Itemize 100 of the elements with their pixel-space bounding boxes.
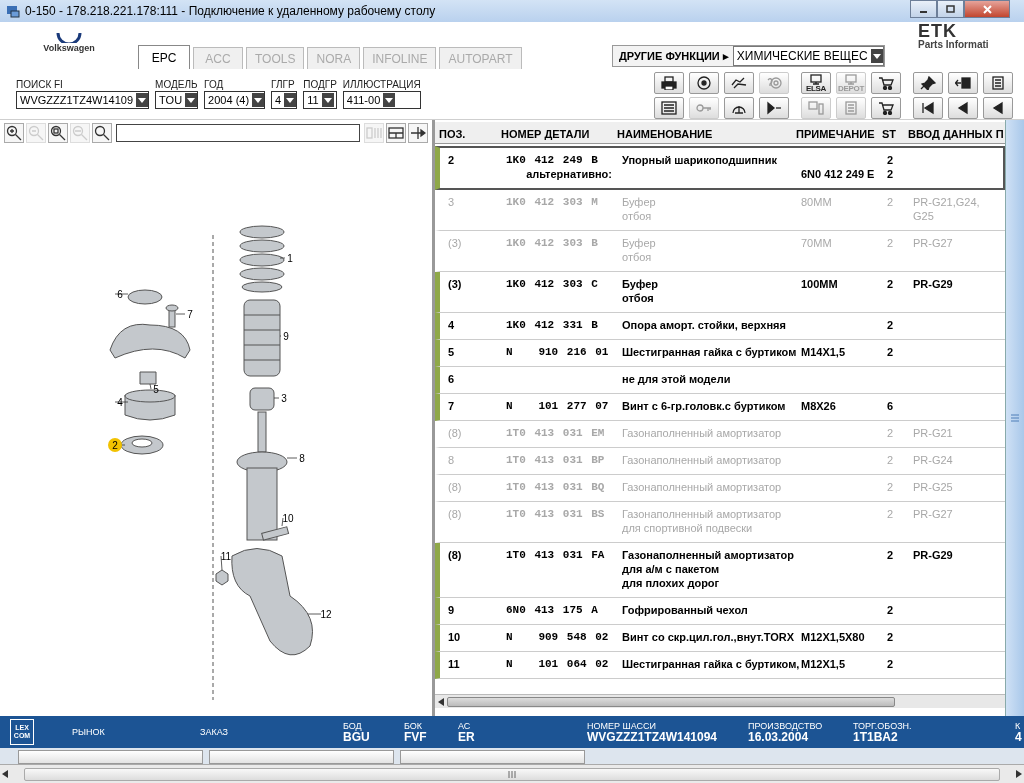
- table-cell-text: 1K0 412 303 C: [505, 277, 599, 292]
- scrollbar-thumb[interactable]: [24, 767, 1000, 781]
- field-label: ГОД: [204, 79, 225, 90]
- field-label: ГЛГР: [271, 79, 296, 90]
- scroll-left-icon[interactable]: [2, 770, 8, 778]
- view-tool-button[interactable]: [408, 123, 428, 143]
- table-cell-text: Газонаполненный амортизатор для а/м с пакетом для плохих дорог: [621, 548, 796, 590]
- dropdown-field[interactable]: WVGZZZ1TZ4W14109: [16, 91, 150, 109]
- table-cell-text: 100MM: [800, 277, 839, 292]
- caret-icon[interactable]: [138, 97, 147, 103]
- dropdown-field[interactable]: 2004 (4): [204, 91, 266, 109]
- horizontal-scrollbar[interactable]: [435, 694, 1005, 708]
- zoom-tool-button[interactable]: [4, 123, 24, 143]
- table-cell-text: 2: [886, 167, 895, 181]
- grip-icon[interactable]: [1011, 413, 1019, 423]
- callout-number[interactable]: 8: [299, 452, 305, 464]
- callout-number[interactable]: 6: [117, 288, 123, 300]
- maximize-icon[interactable]: [945, 4, 956, 14]
- status-label: РЫНОК: [72, 727, 106, 737]
- callout-number[interactable]: 11: [220, 550, 232, 562]
- view-tool-button[interactable]: [386, 123, 406, 143]
- table-cell-text: Гофрированный чехол: [621, 603, 749, 617]
- scrollbar-thumb[interactable]: [447, 696, 895, 707]
- toolbar-button[interactable]: [913, 97, 943, 119]
- zoom-out-icon: [28, 125, 44, 141]
- maximize-button[interactable]: [937, 0, 964, 18]
- table-cell-text: 1T0 413 031 FA: [505, 548, 606, 563]
- minimize-button[interactable]: [910, 0, 937, 18]
- toolbar-button[interactable]: [913, 72, 943, 94]
- callout-number[interactable]: 10: [282, 512, 294, 524]
- tab[interactable]: EPC: [138, 45, 190, 69]
- table-cell-text: 6N0 412 249 E: [800, 167, 876, 181]
- status-label: ЗАКАЗ: [200, 727, 230, 737]
- table-cell-text: (8): [447, 548, 463, 563]
- zoom-in-icon: [6, 125, 22, 141]
- toolbar-button[interactable]: [724, 72, 754, 94]
- column-header[interactable]: ПРИМЕЧАНИЕ: [792, 128, 878, 140]
- table-cell-text: 2: [886, 277, 895, 292]
- toolbar-button[interactable]: [948, 72, 978, 94]
- callout-number[interactable]: 5: [153, 383, 159, 395]
- leader-line: [279, 257, 286, 259]
- field-label: ПОИСК FI: [16, 79, 64, 90]
- search-field[interactable]: [116, 124, 360, 142]
- close-icon[interactable]: [981, 4, 993, 14]
- vertical-scrollbar[interactable]: [1005, 120, 1024, 716]
- field-label: МОДЕЛЬ: [155, 79, 199, 90]
- callout-number[interactable]: 7: [187, 308, 193, 320]
- toolbar-button[interactable]: [724, 97, 754, 119]
- taskbar-button[interactable]: [400, 750, 585, 764]
- callout-number[interactable]: 12: [320, 608, 332, 620]
- table-cell-text: 1T0 413 031 BP: [505, 453, 606, 467]
- table-cell-text: (3): [447, 277, 463, 292]
- zoom-tool-button[interactable]: [92, 123, 112, 143]
- status-value: BGU: [343, 730, 371, 743]
- dropdown-field[interactable]: 411-00: [342, 91, 421, 109]
- callout-number[interactable]: 3: [281, 392, 287, 404]
- function-dropdown[interactable]: ХИМИЧЕСКИЕ ВЕЩЕС: [732, 46, 884, 66]
- caret-icon[interactable]: [872, 53, 881, 59]
- column-header[interactable]: НОМЕР ДЕТАЛИ: [497, 128, 613, 140]
- status-label: БОД: [343, 721, 363, 731]
- callout-number[interactable]: 9: [283, 330, 289, 342]
- toolbar-button[interactable]: [871, 97, 901, 119]
- table-cell-text: 4: [447, 318, 456, 332]
- close-button[interactable]: [964, 0, 1010, 18]
- toolbar-button[interactable]: [759, 97, 789, 119]
- toolbar-button[interactable]: [871, 72, 901, 94]
- toolbar-button[interactable]: ELSA: [801, 72, 831, 94]
- toolbar-button[interactable]: [654, 97, 684, 119]
- callout-number[interactable]: 1: [287, 252, 293, 264]
- callout-number[interactable]: 4: [117, 396, 123, 408]
- caret-icon[interactable]: [385, 97, 394, 103]
- toolbar-button[interactable]: [948, 97, 978, 119]
- taskbar-button[interactable]: [18, 750, 203, 764]
- scroll-left-icon[interactable]: [438, 697, 444, 706]
- caret-icon[interactable]: [254, 97, 263, 103]
- table-cell-text: N 101 277 07: [505, 399, 610, 413]
- taskbar-button[interactable]: [209, 750, 394, 764]
- column-header[interactable]: ПОЗ.: [435, 128, 497, 140]
- caret-icon[interactable]: [286, 97, 295, 103]
- column-header[interactable]: ВВОД ДАННЫХ П: [904, 128, 1005, 140]
- status-label: НОМЕР ШАССИ: [587, 721, 658, 731]
- dropdown-field[interactable]: TOU: [155, 91, 199, 109]
- leader-line: [114, 293, 129, 295]
- dropdown-field[interactable]: 11: [303, 91, 337, 109]
- scroll-right-icon[interactable]: [1016, 770, 1022, 778]
- table-row[interactable]: 2 1K0 412 249 B Упорный шарикоподшипник 2 альтернативно: 6N0 412 249 E 2: [435, 146, 1005, 190]
- zoom-tool-button[interactable]: [48, 123, 68, 143]
- menu-label[interactable]: ДРУГИЕ ФУНКЦИИ ▸: [619, 49, 729, 63]
- caret-icon[interactable]: [323, 97, 332, 103]
- toolbar-button[interactable]: [689, 72, 719, 94]
- toolbar-button[interactable]: [983, 97, 1013, 119]
- caret-icon[interactable]: [187, 97, 196, 103]
- callout-number[interactable]: 2: [112, 439, 118, 451]
- column-header[interactable]: ST: [878, 128, 904, 140]
- dropdown-field[interactable]: 4: [271, 91, 298, 109]
- toolbar-button[interactable]: [983, 72, 1013, 94]
- toolbar-button[interactable]: [654, 72, 684, 94]
- table-cell-text: Буфер отбоя: [621, 195, 657, 223]
- column-header[interactable]: НАИМЕНОВАНИЕ: [613, 128, 792, 140]
- logo-text: ETK: [918, 22, 957, 40]
